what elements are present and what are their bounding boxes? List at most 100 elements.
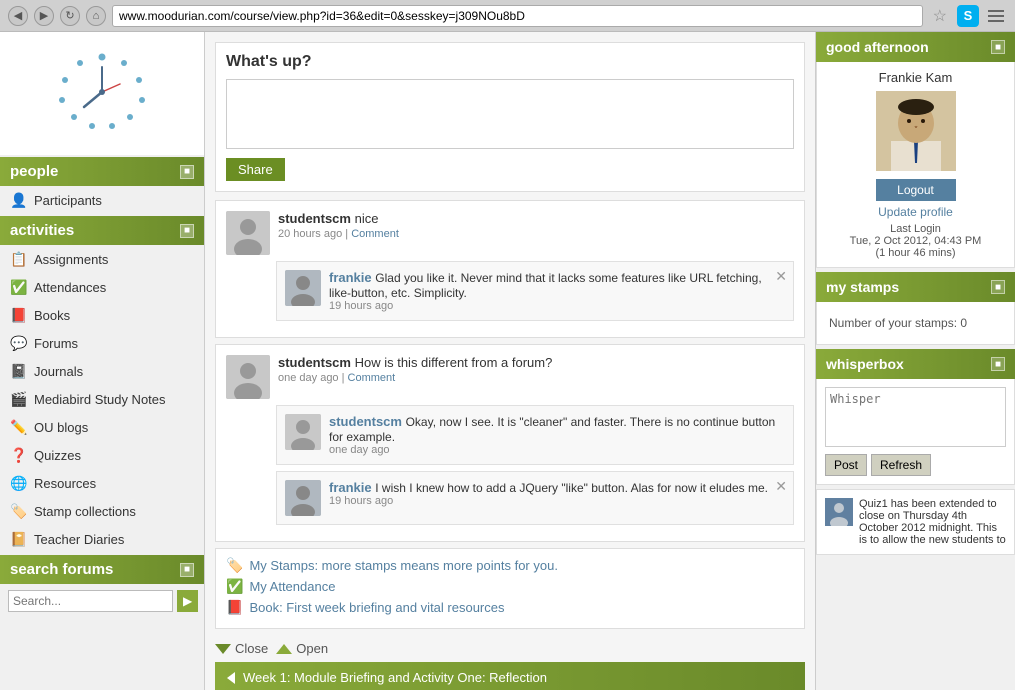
- logout-button[interactable]: Logout: [876, 179, 956, 201]
- sidebar-item-participants[interactable]: 👤 Participants: [0, 186, 204, 214]
- resources-icon: 🌐: [10, 474, 28, 492]
- forums-label: Forums: [34, 336, 78, 351]
- sidebar-item-stamp-collections[interactable]: 🏷️ Stamp collections: [0, 497, 204, 525]
- journals-label: Journals: [34, 364, 83, 379]
- search-forums-header[interactable]: search forums ■: [0, 555, 204, 584]
- books-icon: 📕: [10, 306, 28, 324]
- whisperbox-section: whisperbox ■ Post Refresh: [816, 349, 1015, 485]
- sidebar-item-attendances[interactable]: ✅ Attendances: [0, 273, 204, 301]
- my-stamps-link[interactable]: 🏷️ My Stamps: more stamps means more poi…: [226, 557, 794, 574]
- refresh-button[interactable]: ↻: [60, 6, 80, 26]
- menu-icon[interactable]: [985, 5, 1007, 27]
- url-bar[interactable]: [112, 5, 923, 27]
- whisper-refresh-button[interactable]: Refresh: [871, 454, 931, 476]
- sidebar-item-assignments[interactable]: 📋 Assignments: [0, 245, 204, 273]
- sidebar-item-quizzes[interactable]: ❓ Quizzes: [0, 441, 204, 469]
- activities-label: activities: [10, 222, 74, 239]
- last-login-label: Last Login: [825, 223, 1006, 235]
- back-button[interactable]: ◀: [8, 6, 28, 26]
- browser-bar: ◀ ▶ ↻ ⌂ ☆ S: [0, 0, 1015, 32]
- book-link[interactable]: 📕 Book: First week briefing and vital re…: [226, 599, 794, 616]
- post-2-header: studentscm How is this different from a …: [226, 355, 794, 399]
- people-collapse-btn[interactable]: ■: [180, 165, 194, 179]
- post-2-comment-link[interactable]: Comment: [348, 372, 396, 384]
- quizzes-icon: ❓: [10, 446, 28, 464]
- user-name: Frankie Kam: [825, 70, 1006, 85]
- sidebar-item-forums[interactable]: 💬 Forums: [0, 329, 204, 357]
- reply-1-1: frankie Glad you like it. Never mind tha…: [276, 261, 794, 321]
- book-label: Book: First week briefing and vital reso…: [249, 600, 504, 615]
- quizzes-label: Quizzes: [34, 448, 81, 463]
- open-button[interactable]: Open: [276, 641, 328, 656]
- close-triangle-icon: [215, 644, 231, 654]
- whisperbox-collapse-btn[interactable]: ■: [991, 357, 1005, 371]
- whats-up-box: What's up? Share: [215, 42, 805, 192]
- sidebar-logo: [0, 32, 204, 155]
- post-1-avatar: [226, 211, 270, 255]
- post-2-text: How is this different from a forum?: [355, 355, 553, 370]
- post-2-username: studentscm: [278, 355, 351, 370]
- sidebar-item-books[interactable]: 📕 Books: [0, 301, 204, 329]
- bottom-links: 🏷️ My Stamps: more stamps means more poi…: [215, 548, 805, 629]
- action-buttons: Close Open: [215, 635, 805, 662]
- whats-up-textarea[interactable]: [226, 79, 794, 149]
- post-1-comment-link[interactable]: Comment: [351, 228, 399, 240]
- forward-button[interactable]: ▶: [34, 6, 54, 26]
- whisper-post-button[interactable]: Post: [825, 454, 867, 476]
- my-attendance-icon: ✅: [226, 578, 243, 595]
- ou-blogs-icon: ✏️: [10, 418, 28, 436]
- people-section-header[interactable]: people ■: [0, 157, 204, 186]
- my-stamps-collapse-btn[interactable]: ■: [991, 280, 1005, 294]
- sidebar-item-resources[interactable]: 🌐 Resources: [0, 469, 204, 497]
- whisper-textarea[interactable]: [825, 387, 1006, 447]
- sidebar-item-mediabird[interactable]: 🎬 Mediabird Study Notes: [0, 385, 204, 413]
- reply-1-1-time: 19 hours ago: [329, 300, 785, 312]
- sidebar: people ■ 👤 Participants activities ■ 📋 A…: [0, 32, 205, 690]
- assignments-icon: 📋: [10, 250, 28, 268]
- my-attendance-link[interactable]: ✅ My Attendance: [226, 578, 794, 595]
- teacher-diaries-label: Teacher Diaries: [34, 532, 124, 547]
- activities-collapse-btn[interactable]: ■: [180, 224, 194, 238]
- close-button[interactable]: Close: [215, 641, 268, 656]
- greeting-collapse-btn[interactable]: ■: [991, 40, 1005, 54]
- reply-2-2-time: 19 hours ago: [329, 495, 785, 507]
- greeting-label: good afternoon: [826, 39, 929, 55]
- activities-section-header[interactable]: activities ■: [0, 216, 204, 245]
- post-2-time: one day ago: [278, 372, 339, 384]
- my-stamps-header-label: my stamps: [826, 279, 899, 295]
- ou-blogs-label: OU blogs: [34, 420, 88, 435]
- my-attendance-label: My Attendance: [249, 579, 335, 594]
- reply-2-2: frankie I wish I knew how to add a JQuer…: [276, 471, 794, 525]
- search-forums-form: ▶: [0, 584, 204, 618]
- stamp-collections-label: Stamp collections: [34, 504, 136, 519]
- update-profile-link[interactable]: Update profile: [825, 205, 1006, 219]
- search-forums-label: search forums: [10, 561, 113, 578]
- reply-2-2-username: frankie: [329, 480, 372, 495]
- greeting-section: good afternoon ■ Frankie Kam: [816, 32, 1015, 268]
- post-2-content: studentscm How is this different from a …: [278, 355, 794, 384]
- reply-2-2-delete-icon[interactable]: ✕: [775, 478, 787, 495]
- sidebar-item-ou-blogs[interactable]: ✏️ OU blogs: [0, 413, 204, 441]
- search-forums-input[interactable]: [8, 590, 173, 612]
- search-forums-collapse-btn[interactable]: ■: [180, 563, 194, 577]
- reply-1-1-delete-icon[interactable]: ✕: [775, 268, 787, 285]
- my-stamps-header: my stamps ■: [816, 272, 1015, 302]
- reply-2-1-content: studentscm Okay, now I see. It is "clean…: [329, 414, 785, 456]
- week-1-header[interactable]: Week 1: Module Briefing and Activity One…: [215, 662, 805, 690]
- last-login-section: Last Login Tue, 2 Oct 2012, 04:43 PM (1 …: [825, 223, 1006, 259]
- post-1-header: studentscm nice 20 hours ago | Comment: [226, 211, 794, 255]
- home-button[interactable]: ⌂: [86, 6, 106, 26]
- attendances-icon: ✅: [10, 278, 28, 296]
- sidebar-item-journals[interactable]: 📓 Journals: [0, 357, 204, 385]
- share-button[interactable]: Share: [226, 158, 285, 181]
- reply-1-1-content: frankie Glad you like it. Never mind tha…: [329, 270, 785, 312]
- open-triangle-icon: [276, 644, 292, 654]
- stamp-collections-icon: 🏷️: [10, 502, 28, 520]
- bookmark-icon[interactable]: ☆: [933, 6, 947, 26]
- search-forums-button[interactable]: ▶: [177, 590, 198, 612]
- teacher-diaries-icon: 📔: [10, 530, 28, 548]
- quiz-avatar: [825, 498, 853, 526]
- sidebar-item-teacher-diaries[interactable]: 📔 Teacher Diaries: [0, 525, 204, 553]
- participants-label: Participants: [34, 193, 102, 208]
- whats-up-title: What's up?: [226, 53, 794, 71]
